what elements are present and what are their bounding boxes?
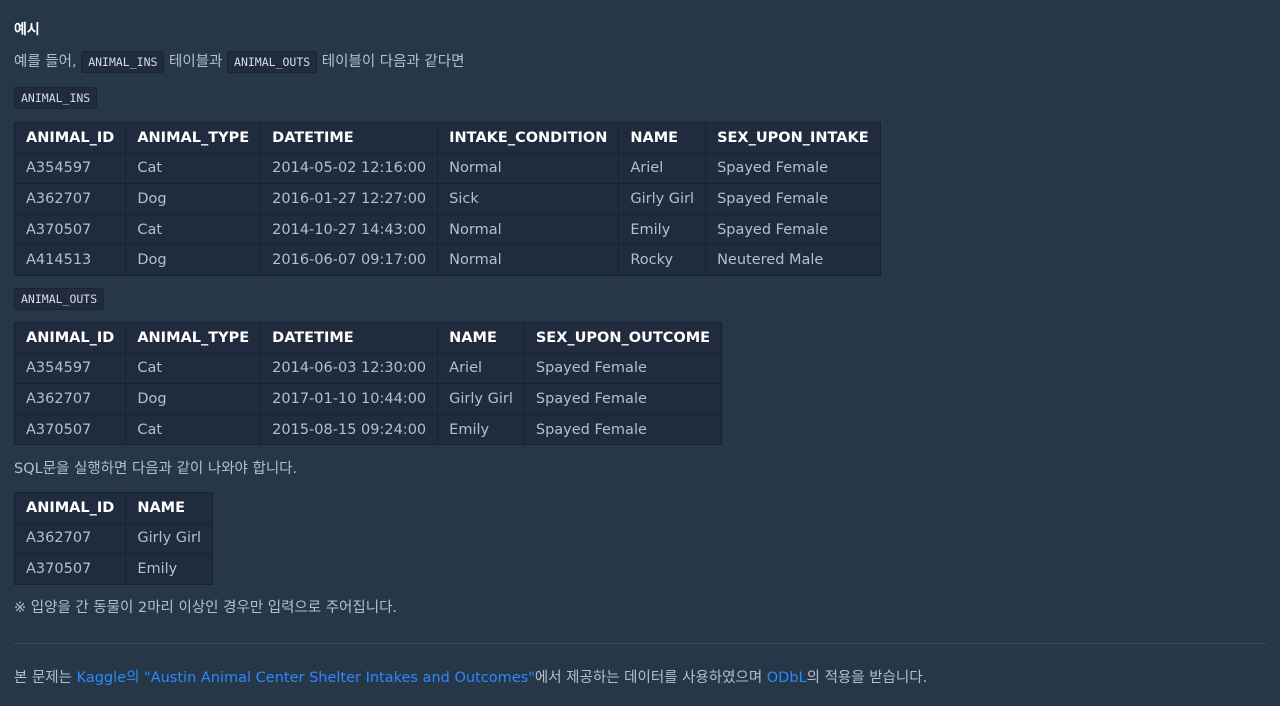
table-cell: Spayed Female — [523, 383, 723, 415]
table-cell: A362707 — [13, 383, 127, 415]
column-header: ANIMAL_TYPE — [125, 122, 262, 154]
animal-ins-table: ANIMAL_ID ANIMAL_TYPE DATETIME INTAKE_CONDI… — [13, 122, 881, 276]
table-cell: Cat — [125, 413, 262, 446]
table-cell: Girly Girl — [618, 183, 707, 215]
section-heading: 예시 — [14, 22, 40, 38]
table-cell: 2016-01-27 12:27:00 — [260, 183, 439, 215]
animal-outs-label: ANIMAL_OUTS — [14, 288, 105, 310]
table-row: A370507 Cat 2015-08-15 09:24:00 Emily Spayed… — [13, 413, 723, 446]
table-cell: Dog — [125, 383, 262, 415]
note-text: ※ 입양을 간 동물이 2마리 이상인 경우만 입력으로 주어집니다. — [14, 600, 398, 616]
table-cell: Sick — [437, 183, 620, 215]
table-header-row: ANIMAL_ID NAME — [13, 492, 214, 524]
table-cell: Normal — [437, 152, 620, 185]
table-cell: A370507 — [13, 553, 127, 585]
table-cell: Normal — [437, 244, 620, 276]
table-cell: Ariel — [437, 352, 525, 385]
intro-paragraph: 예를 들어, ANIMAL_INS 테이블과 ANIMAL_OUTS 테이블이 … — [14, 51, 465, 73]
column-header: INTAKE_CONDITION — [437, 122, 620, 154]
column-header: DATETIME — [260, 322, 439, 354]
footer-paragraph: 본 문제는 Kaggle의 "Austin Animal Center Shel… — [14, 668, 927, 688]
table-cell: Girly Girl — [437, 383, 525, 415]
table-row: A354597 Cat 2014-06-03 12:30:00 Ariel Spayed… — [13, 352, 723, 385]
table-row: A362707 Girly Girl — [13, 522, 214, 555]
table-cell: Spayed Female — [705, 152, 881, 185]
odbl-license-link[interactable]: ODbL — [767, 670, 807, 686]
table-cell: A362707 — [13, 183, 127, 215]
table-cell: Cat — [125, 352, 262, 385]
table-cell: Rocky — [618, 244, 707, 276]
table-cell: Spayed Female — [705, 183, 881, 215]
table-cell: A354597 — [13, 152, 127, 185]
column-header: NAME — [125, 492, 214, 524]
table-cell: Cat — [125, 213, 262, 246]
table-cell: A354597 — [13, 352, 127, 385]
column-header: SEX_UPON_OUTCOME — [523, 322, 723, 354]
table-row: A362707 Dog 2016-01-27 12:27:00 Sick Girly G… — [13, 183, 881, 215]
table-row: A354597 Cat 2014-05-02 12:16:00 Normal Ariel… — [13, 152, 881, 185]
table-cell: 2016-06-07 09:17:00 — [260, 244, 439, 276]
table-cell: Girly Girl — [125, 522, 214, 555]
animal-ins-label-code: ANIMAL_INS — [14, 87, 98, 109]
table-row: A370507 Cat 2014-10-27 14:43:00 Normal Emily… — [13, 213, 881, 246]
animal-outs-label-code: ANIMAL_OUTS — [14, 288, 105, 310]
table-cell: A414513 — [13, 244, 127, 276]
table-row: A370507 Emily — [13, 553, 214, 585]
column-header: ANIMAL_ID — [13, 122, 127, 154]
column-header: DATETIME — [260, 122, 439, 154]
code-animal-ins: ANIMAL_INS — [81, 51, 165, 73]
table-cell: Normal — [437, 213, 620, 246]
table-cell: 2014-10-27 14:43:00 — [260, 213, 439, 246]
table-cell: 2014-05-02 12:16:00 — [260, 152, 439, 185]
table-cell: 2014-06-03 12:30:00 — [260, 352, 439, 385]
table-header-row: ANIMAL_ID ANIMAL_TYPE DATETIME INTAKE_CONDI… — [13, 122, 881, 154]
table-cell: Spayed Female — [523, 413, 723, 446]
table-cell: Spayed Female — [523, 352, 723, 385]
footer-suffix: 의 적용을 받습니다. — [806, 670, 928, 686]
table-cell: Spayed Female — [705, 213, 881, 246]
table-cell: Dog — [125, 183, 262, 215]
table-cell: A370507 — [13, 413, 127, 446]
table-cell: Cat — [125, 152, 262, 185]
footer-prefix: 본 문제는 — [14, 670, 77, 686]
table-row: A414513 Dog 2016-06-07 09:17:00 Normal Rocky… — [13, 244, 881, 276]
intro-mid: 테이블과 — [164, 54, 228, 70]
animal-outs-table: ANIMAL_ID ANIMAL_TYPE DATETIME NAME SEX_UPON… — [13, 322, 723, 446]
divider — [14, 643, 1266, 644]
table-cell: A370507 — [13, 213, 127, 246]
column-header: ANIMAL_TYPE — [125, 322, 262, 354]
intro-suffix: 테이블이 다음과 같다면 — [317, 54, 465, 70]
table-cell: Dog — [125, 244, 262, 276]
table-cell: Ariel — [618, 152, 707, 185]
code-animal-outs: ANIMAL_OUTS — [227, 51, 318, 73]
animal-ins-label: ANIMAL_INS — [14, 87, 98, 109]
table-cell: Emily — [618, 213, 707, 246]
column-header: SEX_UPON_INTAKE — [705, 122, 881, 154]
intro-prefix: 예를 들어, — [14, 54, 82, 70]
table-cell: Emily — [125, 553, 214, 585]
result-table: ANIMAL_ID NAME A362707 Girly Girl A370507 Em… — [13, 492, 214, 585]
column-header: NAME — [437, 322, 525, 354]
table-cell: 2015-08-15 09:24:00 — [260, 413, 439, 446]
table-cell: Emily — [437, 413, 525, 446]
column-header: NAME — [618, 122, 707, 154]
table-header-row: ANIMAL_ID ANIMAL_TYPE DATETIME NAME SEX_UPON… — [13, 322, 723, 354]
column-header: ANIMAL_ID — [13, 492, 127, 524]
kaggle-dataset-link[interactable]: Kaggle의 "Austin Animal Center Shelter In… — [77, 670, 535, 686]
footer-mid: 에서 제공하는 데이터를 사용하였으며 — [534, 670, 767, 686]
table-cell: A362707 — [13, 522, 127, 555]
table-row: A362707 Dog 2017-01-10 10:44:00 Girly Girl S… — [13, 383, 723, 415]
column-header: ANIMAL_ID — [13, 322, 127, 354]
table-cell: Neutered Male — [705, 244, 881, 276]
table-cell: 2017-01-10 10:44:00 — [260, 383, 439, 415]
result-text: SQL문을 실행하면 다음과 같이 나와야 합니다. — [14, 461, 298, 477]
